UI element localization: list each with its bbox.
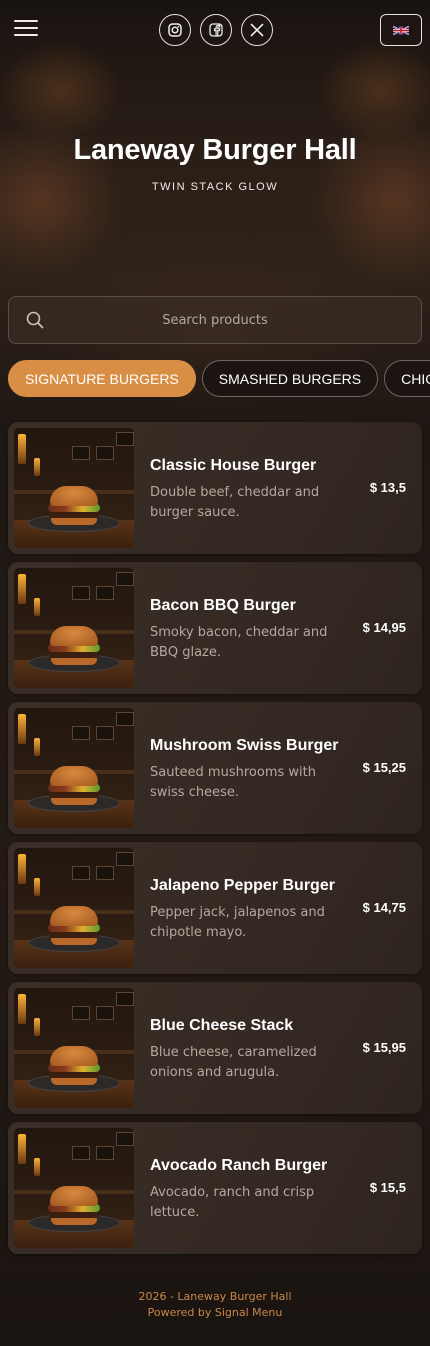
product-name: Mushroom Swiss Burger <box>150 737 339 754</box>
search-icon <box>26 311 44 329</box>
product-description: Double beef, cheddar and burger sauce. <box>150 485 320 520</box>
footer-powered-by: Powered by Signal Menu <box>147 1306 283 1319</box>
product-name: Blue Cheese Stack <box>150 1017 294 1034</box>
product-image <box>14 848 134 968</box>
product-price: $ 15,25 <box>362 760 406 775</box>
product-card[interactable]: Classic House Burger Double beef, chedda… <box>8 422 422 554</box>
page-title: Laneway Burger Hall <box>73 134 357 166</box>
product-card[interactable]: Jalapeno Pepper Burger Pepper jack, jala… <box>8 842 422 974</box>
page-subtitle: TWIN STACK GLOW <box>151 181 279 193</box>
footer-copyright: 2026 - Laneway Burger Hall <box>138 1290 292 1303</box>
tab-chicken[interactable]: CHICKEN <box>384 360 430 397</box>
product-image <box>14 568 134 688</box>
product-card[interactable]: Blue Cheese Stack Blue cheese, carameliz… <box>8 982 422 1114</box>
facebook-link[interactable] <box>200 14 232 46</box>
product-name: Avocado Ranch Burger <box>150 1157 328 1174</box>
facebook-icon <box>209 23 223 37</box>
product-price: $ 15,95 <box>362 1040 406 1055</box>
instagram-icon <box>168 23 182 37</box>
category-tabs: SIGNATURE BURGERS SMASHED BURGERS CHICKE… <box>8 360 430 399</box>
product-image <box>14 988 134 1108</box>
product-price: $ 15,5 <box>369 1180 406 1195</box>
x-icon <box>250 23 264 37</box>
tab-smashed-burgers[interactable]: SMASHED BURGERS <box>201 360 379 397</box>
product-description: Avocado, ranch and crisp lettuce. <box>150 1185 315 1220</box>
social-links <box>159 14 273 46</box>
product-price: $ 14,95 <box>362 620 406 635</box>
product-price: $ 13,5 <box>369 480 406 495</box>
language-selector[interactable] <box>380 14 422 46</box>
uk-flag-icon <box>393 25 409 35</box>
product-description: Pepper jack, jalapenos and chipotle mayo… <box>150 905 325 940</box>
product-card[interactable]: Avocado Ranch Burger Avocado, ranch and … <box>8 1122 422 1254</box>
tab-signature-burgers[interactable]: SIGNATURE BURGERS <box>8 360 196 397</box>
search-input[interactable] <box>9 297 421 343</box>
product-name: Bacon BBQ Burger <box>150 597 296 614</box>
product-list: Classic House Burger Double beef, chedda… <box>8 422 422 1262</box>
product-card[interactable]: Mushroom Swiss Burger Sauteed mushrooms … <box>8 702 422 834</box>
product-description: Sauteed mushrooms with swiss cheese. <box>150 765 316 800</box>
product-name: Classic House Burger <box>150 457 317 474</box>
product-price: $ 14,75 <box>362 900 406 915</box>
x-link[interactable] <box>241 14 273 46</box>
instagram-link[interactable] <box>159 14 191 46</box>
footer: 2026 - Laneway Burger Hall Powered by Si… <box>0 1289 430 1321</box>
product-image <box>14 1128 134 1248</box>
product-name: Jalapeno Pepper Burger <box>150 877 335 894</box>
product-image <box>14 708 134 828</box>
search-bar[interactable] <box>8 296 422 344</box>
product-description: Blue cheese, caramelized onions and arug… <box>150 1045 317 1080</box>
hamburger-icon[interactable] <box>14 20 38 40</box>
product-image <box>14 428 134 548</box>
product-card[interactable]: Bacon BBQ Burger Smoky bacon, cheddar an… <box>8 562 422 694</box>
product-description: Smoky bacon, cheddar and BBQ glaze. <box>150 625 328 660</box>
